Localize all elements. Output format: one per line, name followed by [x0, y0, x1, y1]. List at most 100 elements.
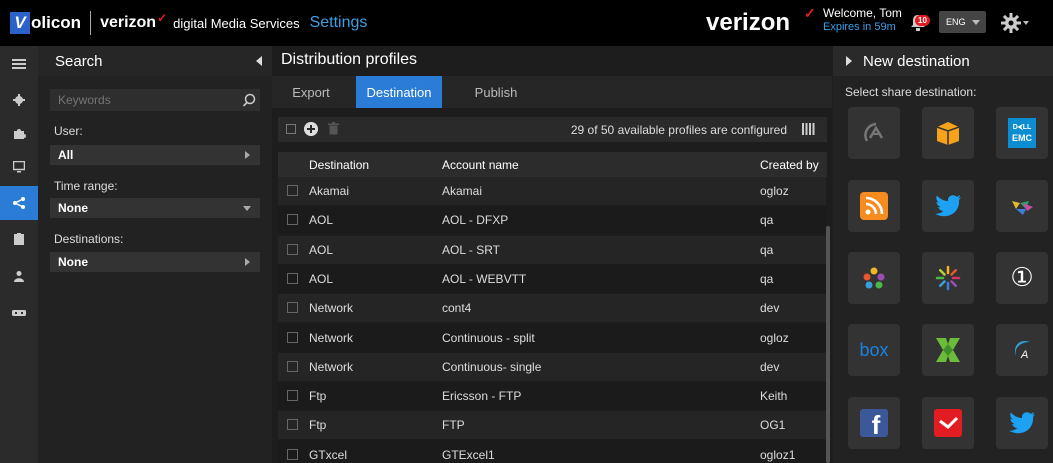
cell-created-by: OG1: [760, 418, 786, 433]
red-check-icon: [934, 409, 962, 437]
language-select[interactable]: ENG: [939, 11, 986, 33]
new-destination-header[interactable]: New destination: [833, 46, 1053, 76]
cell-account-name: AOL - WEBVTT: [442, 271, 527, 286]
monitor-icon[interactable]: [0, 150, 38, 184]
cell-destination: AOL: [309, 213, 334, 228]
notification-badge: 10: [915, 15, 930, 26]
destination-tile-facebook[interactable]: f: [848, 397, 900, 449]
expand-right-icon: [846, 56, 852, 66]
row-checkbox[interactable]: [287, 331, 298, 343]
chevron-down-icon: [972, 20, 980, 25]
row-checkbox[interactable]: [287, 448, 298, 460]
cell-created-by: qa: [760, 242, 774, 257]
select-all-checkbox[interactable]: [286, 124, 296, 134]
destination-tile-dots[interactable]: [848, 252, 900, 304]
row-checkbox[interactable]: [287, 390, 298, 402]
puzzle-icon[interactable]: [0, 116, 38, 150]
destination-tile-one[interactable]: ①: [996, 252, 1048, 304]
dots-logo-icon: [863, 267, 885, 289]
column-header-destination[interactable]: Destination: [309, 158, 369, 172]
destination-tile-akamai[interactable]: [848, 107, 900, 159]
destination-tile-box[interactable]: box: [848, 324, 900, 376]
add-circle-icon[interactable]: [304, 122, 318, 136]
time-range-label: Time range:: [54, 179, 118, 193]
time-range-select[interactable]: None: [50, 198, 260, 218]
cell-created-by: Keith: [760, 389, 788, 404]
collapse-left-icon[interactable]: [256, 56, 262, 66]
user-filter-label: User:: [54, 124, 83, 138]
volicon-logo[interactable]: V olicon: [10, 12, 81, 34]
columns-icon[interactable]: [801, 122, 815, 136]
gear-icon[interactable]: [1000, 12, 1022, 34]
panel-title: Distribution profiles: [281, 51, 418, 68]
table-row[interactable]: AOL AOL - WEBVTT qa: [278, 264, 827, 293]
tab-export[interactable]: Export: [285, 76, 337, 108]
row-checkbox[interactable]: [287, 302, 298, 314]
table-row[interactable]: Ftp FTP OG1: [278, 411, 827, 440]
chevron-right-icon: [245, 151, 250, 159]
cell-created-by: qa: [760, 271, 774, 286]
user-filter-select[interactable]: All: [50, 145, 260, 165]
chevron-down-icon: [243, 206, 251, 211]
menu-icon[interactable]: [0, 47, 38, 81]
destination-tile-dell-emc[interactable]: D⮜LL EMC: [996, 107, 1048, 159]
chevron-right-icon: [245, 258, 250, 266]
cell-account-name: FTP: [442, 418, 465, 433]
column-header-created-by[interactable]: Created by: [760, 158, 819, 172]
cell-account-name: Continuous - split: [442, 330, 535, 345]
row-checkbox[interactable]: [287, 419, 298, 431]
cell-created-by: dev: [760, 359, 780, 374]
destination-tile-green-x[interactable]: [922, 324, 974, 376]
chevron-down-icon[interactable]: [1023, 21, 1029, 25]
destination-tile-wave-a[interactable]: A: [996, 324, 1048, 376]
pinwheel-logo-icon: [1012, 201, 1033, 215]
cell-created-by: ogloz1: [760, 447, 796, 462]
table-header: Destination Account name Created by: [278, 152, 827, 177]
keywords-input[interactable]: [50, 89, 260, 111]
row-checkbox[interactable]: [287, 360, 298, 372]
row-checkbox[interactable]: [287, 243, 298, 255]
table-row[interactable]: Network cont4 dev: [278, 294, 827, 323]
destinations-filter-select[interactable]: None: [50, 252, 260, 272]
destination-tile-pinwheel[interactable]: [996, 180, 1048, 232]
trash-icon[interactable]: [328, 122, 339, 135]
logo-divider: [90, 11, 92, 35]
welcome-text[interactable]: Welcome, Tom: [823, 7, 902, 20]
cell-account-name: Continuous- single: [442, 359, 542, 374]
ticket-icon[interactable]: [0, 296, 38, 330]
table-row[interactable]: GTxcel GTExcel1 ogloz1: [278, 440, 827, 463]
tab-publish[interactable]: Publish: [460, 76, 532, 108]
row-checkbox[interactable]: [287, 214, 298, 226]
scrollbar-thumb[interactable]: [826, 226, 830, 463]
table-row[interactable]: Network Continuous- single dev: [278, 352, 827, 381]
share-icon[interactable]: [0, 186, 38, 220]
share-destination-label: Select share destination:: [845, 85, 977, 99]
table-row[interactable]: Ftp Ericsson - FTP Keith: [278, 382, 827, 411]
search-icon[interactable]: [242, 93, 256, 107]
destinations-filter-value: None: [58, 255, 88, 269]
table-row[interactable]: Network Continuous - split ogloz: [278, 323, 827, 352]
destination-tile-amazon[interactable]: [922, 107, 974, 159]
user-icon[interactable]: [0, 259, 38, 293]
user-filter-value: All: [58, 148, 74, 162]
destination-tile-rss[interactable]: [848, 180, 900, 232]
clipboard-icon[interactable]: [0, 222, 38, 256]
destination-tile-twitter[interactable]: [922, 180, 974, 232]
table-row[interactable]: AOL AOL - DFXP qa: [278, 206, 827, 235]
table-row[interactable]: AOL AOL - SRT qa: [278, 235, 827, 264]
circled-one-icon: ①: [1010, 263, 1034, 293]
tab-destination[interactable]: Destination: [356, 76, 442, 108]
column-header-account-name[interactable]: Account name: [442, 158, 519, 172]
row-checkbox[interactable]: [287, 272, 298, 284]
cell-destination: Akamai: [309, 184, 350, 198]
cell-account-name: cont4: [442, 301, 472, 316]
cell-destination: Network: [309, 359, 354, 374]
cell-destination: AOL: [309, 242, 334, 257]
destination-tile-red-check[interactable]: [922, 397, 974, 449]
facebook-glyph: f: [871, 410, 881, 440]
settings-gear-icon[interactable]: [0, 83, 38, 117]
row-checkbox[interactable]: [287, 185, 298, 196]
destination-tile-starburst[interactable]: [922, 252, 974, 304]
destination-tile-twitter-2[interactable]: [996, 397, 1048, 449]
table-row[interactable]: Akamai Akamai ogloz: [278, 177, 827, 205]
